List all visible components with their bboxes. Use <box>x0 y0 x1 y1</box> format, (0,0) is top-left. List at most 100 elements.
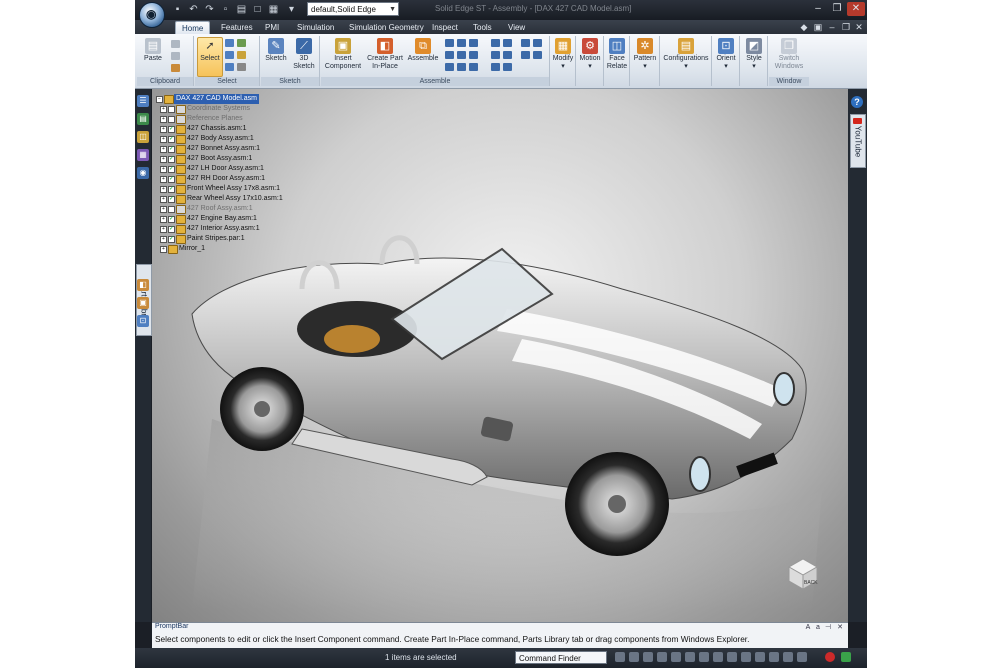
mate-icon[interactable] <box>445 39 454 47</box>
go-icon[interactable] <box>841 652 851 662</box>
capture-fit-icon[interactable] <box>521 51 530 59</box>
pathfinder-item[interactable]: + ✓ Front Wheel Assy 17x8.asm:1 <box>156 184 326 194</box>
expand-icon[interactable]: + <box>160 236 167 243</box>
format-painter-icon[interactable] <box>171 64 180 72</box>
planar-align-icon[interactable] <box>457 39 466 47</box>
pathfinder-item[interactable]: + ✓ 427 Chassis.asm:1 <box>156 124 326 134</box>
select-button[interactable]: ➚ Select <box>197 37 223 77</box>
pathfinder-item[interactable]: + Mirror_1 <box>156 244 326 254</box>
visibility-checkbox[interactable]: ✓ <box>168 156 175 163</box>
configurations-button[interactable]: ▤ Configurations ▾ <box>661 38 711 71</box>
open-icon[interactable]: ▫ <box>219 3 232 16</box>
paste-button[interactable]: ▤ Paste <box>141 38 165 63</box>
rotate-icon[interactable] <box>671 652 681 662</box>
tab-pmi[interactable]: PMI <box>259 21 285 34</box>
match-coordinate-icon[interactable] <box>503 39 512 47</box>
pan-icon[interactable] <box>657 652 667 662</box>
engineering-reference-icon[interactable]: ◧ <box>137 279 149 291</box>
quick-access-dropdown-icon[interactable]: ▾ <box>285 3 298 16</box>
sketch-button[interactable]: ✎ Sketch <box>264 38 288 63</box>
axial-align-icon[interactable] <box>469 39 478 47</box>
visibility-checkbox[interactable]: ✓ <box>168 146 175 153</box>
expand-icon[interactable]: + <box>160 136 167 143</box>
cam-icon[interactable] <box>457 63 466 71</box>
copy-icon[interactable] <box>171 52 180 60</box>
visibility-checkbox[interactable]: ✓ <box>168 236 175 243</box>
filter-icon[interactable] <box>237 63 246 71</box>
modify-button[interactable]: ▦ Modify ▾ <box>551 38 575 71</box>
visibility-checkbox[interactable]: ✓ <box>168 126 175 133</box>
family-of-assemblies-icon[interactable]: ▣ <box>137 297 149 309</box>
visibility-checkbox[interactable] <box>168 106 175 113</box>
parallel-icon[interactable] <box>469 63 478 71</box>
3d-viewport[interactable]: − DAX 427 CAD Model.asm + Coordinate System… <box>152 89 848 622</box>
pattern-button[interactable]: ✲ Pattern ▾ <box>631 38 659 71</box>
pathfinder-item[interactable]: +427 Roof Assy.asm:1 <box>156 204 326 214</box>
application-button[interactable]: ◉ <box>139 2 165 28</box>
pathfinder-tab-icon[interactable]: ☰ <box>137 95 149 107</box>
minimize-ribbon-icon[interactable]: – <box>827 22 837 32</box>
visibility-checkbox[interactable]: ✓ <box>168 136 175 143</box>
quick-pick-icon[interactable] <box>237 39 246 47</box>
angle-icon[interactable] <box>469 51 478 59</box>
environment-select[interactable]: default,Solid Edge ▼ <box>307 2 399 16</box>
tab-tools[interactable]: Tools <box>467 21 498 34</box>
visibility-checkbox[interactable]: ✓ <box>168 226 175 233</box>
show-icon[interactable] <box>237 51 246 59</box>
expand-icon[interactable]: + <box>160 196 167 203</box>
cut-icon[interactable] <box>171 40 180 48</box>
orient-button[interactable]: ⊡ Orient ▾ <box>713 38 739 71</box>
pin-icon[interactable]: ⊣ <box>824 624 832 632</box>
ground-icon[interactable] <box>503 63 512 71</box>
pathfinder-item[interactable]: + ✓ 427 RH Door Assy.asm:1 <box>156 174 326 184</box>
expand-icon[interactable]: + <box>160 126 167 133</box>
center-plane-icon[interactable] <box>503 51 512 59</box>
sensors-icon[interactable]: ◉ <box>137 167 149 179</box>
tangent-icon[interactable] <box>445 63 454 71</box>
3d-sketch-button[interactable]: ⟋ 3D Sketch <box>291 38 317 71</box>
tab-view[interactable]: View <box>502 21 531 34</box>
pathfinder-item[interactable]: + Coordinate Systems <box>156 104 326 114</box>
expand-icon[interactable]: + <box>160 116 167 123</box>
relationship-assistant-icon[interactable] <box>521 39 530 47</box>
section-icon[interactable] <box>755 652 765 662</box>
grid-icon[interactable] <box>797 652 807 662</box>
restore-button[interactable]: ❐ <box>828 2 846 16</box>
prompt-close-icon[interactable]: ✕ <box>836 624 844 632</box>
fit-icon[interactable] <box>615 652 625 662</box>
connect-icon[interactable] <box>457 51 466 59</box>
print-icon[interactable]: ▤ <box>235 3 248 16</box>
tab-inspect[interactable]: Inspect <box>426 21 464 34</box>
motion-button[interactable]: ⚙ Motion ▾ <box>577 38 603 71</box>
display-icon[interactable] <box>783 652 793 662</box>
path-icon[interactable] <box>491 63 500 71</box>
visibility-checkbox[interactable]: ✓ <box>168 186 175 193</box>
pathfinder-item[interactable]: + ✓ 427 LH Door Assy.asm:1 <box>156 164 326 174</box>
visibility-checkbox[interactable]: ✓ <box>168 216 175 223</box>
visibility-checkbox[interactable]: ✓ <box>168 166 175 173</box>
zoom-area-icon[interactable] <box>629 652 639 662</box>
new-icon[interactable]: □ <box>251 3 264 16</box>
expand-icon[interactable]: + <box>160 176 167 183</box>
cube-icon[interactable]: ▣ <box>813 22 823 32</box>
insert-relation-icon[interactable] <box>445 51 454 59</box>
save-icon[interactable]: ▪ <box>171 3 184 16</box>
pathfinder-item[interactable]: + ✓ 427 Interior Assy.asm:1 <box>156 224 326 234</box>
redo-icon[interactable]: ↷ <box>203 3 216 16</box>
select-tools-icon[interactable] <box>225 39 234 47</box>
expand-icon[interactable]: + <box>160 156 167 163</box>
spin-about-icon[interactable] <box>685 652 695 662</box>
pathfinder-item[interactable]: + Reference Planes <box>156 114 326 124</box>
relation-types-icon[interactable] <box>533 51 542 59</box>
visibility-checkbox[interactable] <box>168 206 175 213</box>
zoom-select-icon[interactable] <box>225 63 234 71</box>
zoom-icon[interactable] <box>643 652 653 662</box>
pathfinder-item[interactable]: + ✓ Rear Wheel Assy 17x10.asm:1 <box>156 194 326 204</box>
expand-icon[interactable]: + <box>160 216 167 223</box>
expand-icon[interactable]: + <box>160 226 167 233</box>
visibility-checkbox[interactable]: ✓ <box>168 196 175 203</box>
text-size-up-icon[interactable]: A <box>804 624 812 632</box>
clip-icon[interactable] <box>769 652 779 662</box>
alternate-assemblies-icon[interactable]: ⊡ <box>137 315 149 327</box>
expand-icon[interactable]: + <box>160 106 167 113</box>
